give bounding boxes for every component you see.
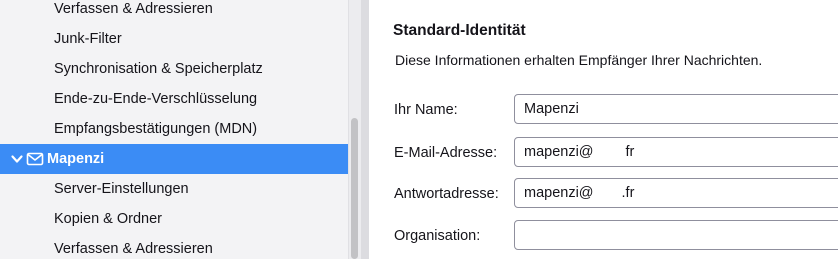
name-field[interactable]: Mapenzi [514,94,838,124]
sidebar-item-label: Verfassen & Adressieren [54,241,213,257]
sidebar-item-compose-addressing[interactable]: Verfassen & Adressieren [0,235,348,259]
redacted-domain [593,184,622,202]
sidebar-item-copies-folders[interactable]: Kopien & Ordner [0,205,348,233]
reply-to-value-suffix: .fr [621,185,635,201]
account-settings-sidebar: Verfassen & Adressieren Junk-Filter Sync… [0,0,348,259]
email-value-suffix: fr [625,144,635,160]
sidebar-item-label: Kopien & Ordner [54,211,163,227]
sidebar-item-junk-filter[interactable]: Junk-Filter [0,25,348,53]
sidebar-item-compose-addressing-previous[interactable]: Verfassen & Adressieren [0,0,348,23]
sidebar-item-label: Synchronisation & Speicherplatz [54,61,263,77]
reply-to-value-prefix: mapenzi@ [524,185,594,201]
name-value: Mapenzi [524,101,579,117]
sidebar-item-return-receipts[interactable]: Empfangsbestätigungen (MDN) [0,115,348,143]
sidebar-scrollbar-thumb[interactable] [351,118,358,259]
pane-splitter[interactable] [361,0,369,259]
reply-to-label: Antwortadresse: [394,186,499,202]
name-label: Ihr Name: [394,102,458,118]
sidebar-item-end-to-end-encryption[interactable]: Ende-zu-Ende-Verschlüsselung [0,85,348,113]
section-title: Standard-Identität [393,22,526,39]
account-name-label: Mapenzi [47,151,105,167]
organization-label: Organisation: [394,228,481,244]
reply-to-field[interactable]: mapenzi@ .fr [514,178,838,208]
sidebar-item-label: Junk-Filter [54,31,122,47]
sidebar-item-server-settings[interactable]: Server-Einstellungen [0,175,348,203]
chevron-down-icon[interactable] [10,152,24,166]
sidebar-item-label: Server-Einstellungen [54,181,189,197]
sidebar-item-sync-storage[interactable]: Synchronisation & Speicherplatz [0,55,348,83]
organization-field[interactable] [514,220,838,250]
envelope-icon [26,152,44,166]
section-description: Diese Informationen erhalten Empfänger I… [395,52,763,68]
sidebar-item-account-mapenzi[interactable]: Mapenzi [0,144,348,174]
email-value-prefix: mapenzi@ [524,144,594,160]
email-field[interactable]: mapenzi@ fr [514,137,838,167]
sidebar-item-label: Verfassen & Adressieren [54,1,213,17]
sidebar-item-label: Ende-zu-Ende-Verschlüsselung [54,91,258,107]
redacted-domain [593,143,626,161]
identity-settings-panel: Standard-Identität Diese Informationen e… [369,0,838,259]
email-label: E-Mail-Adresse: [394,145,498,161]
sidebar-item-label: Empfangsbestätigungen (MDN) [54,121,258,137]
